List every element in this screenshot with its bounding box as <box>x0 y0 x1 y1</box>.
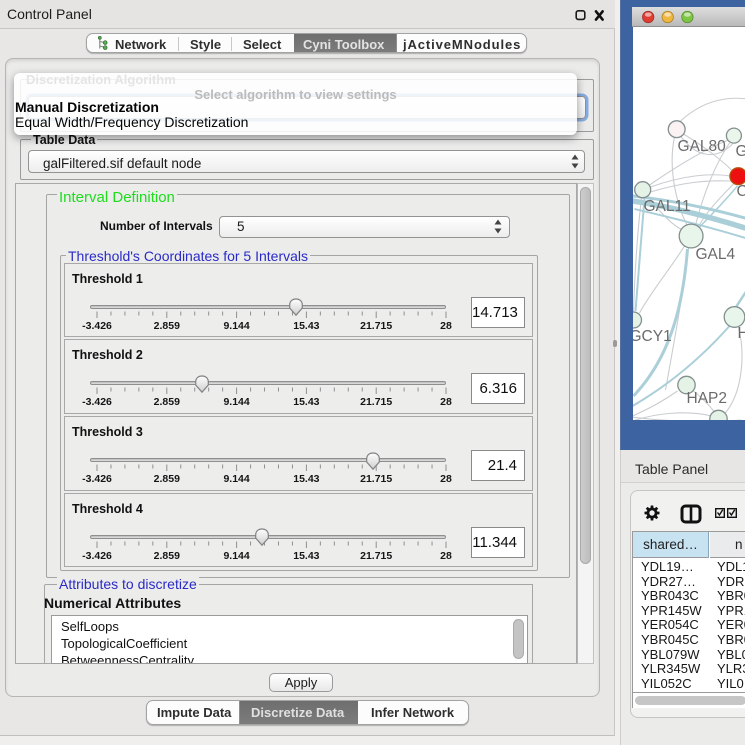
svg-text:GCY1: GCY1 <box>633 328 672 345</box>
svg-text:GAL80: GAL80 <box>677 138 726 155</box>
svg-text:HAP2: HAP2 <box>686 390 727 407</box>
svg-text:H: H <box>737 325 745 342</box>
svg-text:GAL4: GAL4 <box>695 246 735 263</box>
svg-text:C: C <box>736 183 745 200</box>
svg-text:GA: GA <box>735 143 745 160</box>
svg-text:GAL11: GAL11 <box>643 198 690 215</box>
